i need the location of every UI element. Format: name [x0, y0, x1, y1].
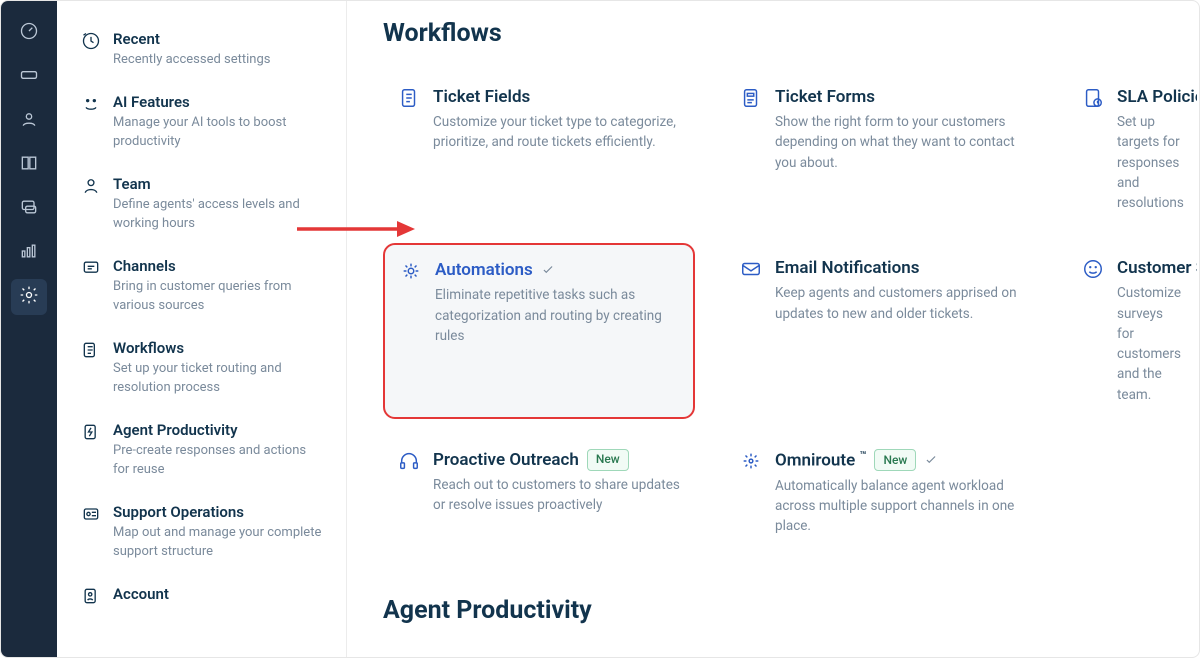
card-title: Automations	[435, 259, 679, 281]
sidebar-item-title: Recent	[113, 29, 270, 49]
spark-icon	[739, 449, 763, 473]
sidebar-item-channels[interactable]: Channels Bring in customer queries from …	[79, 248, 336, 330]
card-title: Proactive Outreach New	[433, 449, 681, 471]
card-desc: Show the right form to your customers de…	[775, 112, 1023, 173]
card-desc: Customize your ticket type to categorize…	[433, 112, 681, 153]
flow-icon	[79, 338, 103, 362]
ai-icon	[79, 92, 103, 116]
cards-row: Automations Eliminate repetitive tasks s…	[383, 243, 1199, 419]
gear-icon	[19, 285, 39, 309]
ticket-icon	[19, 65, 39, 89]
sidebar-item-desc: Set up your ticket routing and resolutio…	[113, 360, 323, 398]
sla-icon	[1081, 86, 1105, 110]
chat-icon	[19, 197, 39, 221]
card-scenario-automations[interactable]: Scenario Au Perform a routine on a ticke…	[1067, 649, 1197, 657]
check-icon	[541, 263, 555, 277]
sidebar-item-desc: Bring in customer queries from various s…	[113, 278, 323, 316]
rail-chat[interactable]	[11, 191, 47, 227]
sidebar-item-support-ops[interactable]: Support Operations Map out and manage yo…	[79, 494, 336, 576]
cards-row: Proactive Outreach New Reach out to cust…	[383, 435, 1199, 551]
card-omniroute[interactable]: Omniroute ™ New Automatically balance ag…	[725, 435, 1037, 551]
bolt-icon	[79, 420, 103, 444]
forms-icon	[739, 86, 763, 110]
rail-tickets[interactable]	[11, 59, 47, 95]
main-content: Workflows Ticket Fields Customize your t…	[347, 1, 1199, 657]
sidebar-item-title: Team	[113, 174, 323, 194]
sidebar-item-desc: Recently accessed settings	[113, 51, 270, 70]
gauge-icon	[19, 21, 39, 45]
settings-sidebar: Recent Recently accessed settings AI Fea…	[57, 1, 347, 657]
cards-row: Canned Responses Pre-create replies to q…	[383, 649, 1199, 657]
sidebar-item-recent[interactable]: Recent Recently accessed settings	[79, 21, 336, 84]
rail-settings[interactable]	[11, 279, 47, 315]
sidebar-item-desc: Map out and manage your complete support…	[113, 524, 323, 562]
card-desc: Reach out to customers to share updates …	[433, 475, 681, 516]
card-desc: Eliminate repetitive tasks such as categ…	[435, 285, 679, 346]
card-sla-policies[interactable]: SLA Policies Set up targets for response…	[1067, 72, 1197, 227]
card-canned-responses[interactable]: Canned Responses Pre-create replies to q…	[383, 649, 695, 657]
sidebar-item-team[interactable]: Team Define agents' access levels and wo…	[79, 166, 336, 248]
app-shell: Recent Recently accessed settings AI Fea…	[0, 0, 1200, 658]
smile-icon	[1081, 257, 1105, 281]
sidebar-item-account[interactable]: Account	[79, 576, 336, 622]
new-badge: New	[874, 449, 916, 471]
card-ticket-forms[interactable]: Ticket Forms Show the right form to your…	[725, 72, 1037, 227]
sidebar-item-agent-productivity[interactable]: Agent Productivity Pre-create responses …	[79, 412, 336, 494]
sidebar-item-desc: Manage your AI tools to boost productivi…	[113, 114, 323, 152]
person-icon	[79, 174, 103, 198]
sidebar-item-desc: Pre-create responses and actions for reu…	[113, 442, 323, 480]
sidebar-item-title: Workflows	[113, 338, 323, 358]
sidebar-item-title: Account	[113, 584, 169, 604]
rail-dashboard[interactable]	[11, 15, 47, 51]
section-heading-agent: Agent Productivity	[383, 596, 1199, 625]
gear-flow-icon	[399, 259, 423, 283]
fields-icon	[397, 86, 421, 110]
ops-icon	[79, 502, 103, 526]
card-customer-satisfaction[interactable]: Customer S Customize surveys for custome…	[1067, 243, 1197, 419]
rail-reports[interactable]	[11, 235, 47, 271]
card-email-notifications[interactable]: Email Notifications Keep agents and cust…	[725, 243, 1037, 419]
sidebar-item-title: AI Features	[113, 92, 323, 112]
card-ticket-fields[interactable]: Ticket Fields Customize your ticket type…	[383, 72, 695, 227]
cards-row: Ticket Fields Customize your ticket type…	[383, 72, 1199, 227]
rail-solutions[interactable]	[11, 147, 47, 183]
sidebar-item-title: Channels	[113, 256, 323, 276]
clock-icon	[79, 29, 103, 53]
card-title: Customer S	[1117, 257, 1183, 279]
card-title: Omniroute ™ New	[775, 449, 1023, 472]
sidebar-item-title: Support Operations	[113, 502, 323, 522]
card-desc: Set up targets for responses and resolut…	[1117, 112, 1183, 213]
section-heading-workflows: Workflows	[383, 19, 1199, 48]
card-automations[interactable]: Automations Eliminate repetitive tasks s…	[383, 243, 695, 419]
card-proactive-outreach[interactable]: Proactive Outreach New Reach out to cust…	[383, 435, 695, 551]
card-title: Email Notifications	[775, 257, 1023, 279]
account-icon	[79, 584, 103, 608]
mail-icon	[739, 257, 763, 281]
rail-contacts[interactable]	[11, 103, 47, 139]
sidebar-item-workflows[interactable]: Workflows Set up your ticket routing and…	[79, 330, 336, 412]
chart-icon	[19, 241, 39, 265]
headset-icon	[397, 449, 421, 473]
card-desc: Automatically balance agent workload acr…	[775, 476, 1023, 537]
card-desc: Keep agents and customers apprised on up…	[775, 283, 1023, 324]
card-title: SLA Policies	[1117, 86, 1183, 108]
card-ticket-templates[interactable]: Ticket Templates Allow agents to log new…	[725, 649, 1037, 657]
card-title: Ticket Fields	[433, 86, 681, 108]
book-icon	[19, 153, 39, 177]
sidebar-item-title: Agent Productivity	[113, 420, 323, 440]
user-icon	[19, 109, 39, 133]
card-desc: Customize surveys for customers and the …	[1117, 283, 1183, 405]
new-badge: New	[587, 449, 629, 471]
card-title: Ticket Forms	[775, 86, 1023, 108]
message-icon	[79, 256, 103, 280]
check-icon	[924, 453, 938, 467]
sidebar-item-ai[interactable]: AI Features Manage your AI tools to boos…	[79, 84, 336, 166]
sidebar-item-desc: Define agents' access levels and working…	[113, 196, 323, 234]
left-rail	[1, 1, 57, 657]
